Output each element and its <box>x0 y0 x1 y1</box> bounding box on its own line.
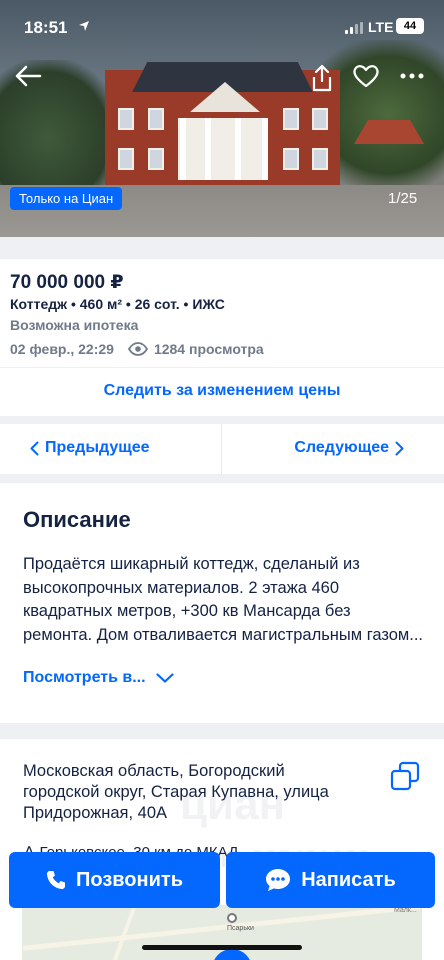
previous-listing-button[interactable]: Предыдущее <box>30 439 150 457</box>
copy-address-button[interactable] <box>390 761 420 796</box>
mortgage-note: Возможна ипотека <box>10 317 139 333</box>
listing-params: Коттедж • 460 м² • 26 сот. • ИЖС <box>10 296 225 312</box>
publish-date: 02 февр., 22:29 <box>10 341 114 357</box>
views-count: 1284 просмотра <box>153 341 264 357</box>
status-bar: 18:51 LTE 44 <box>0 0 444 56</box>
previous-label: Предыдущее <box>45 439 150 456</box>
next-label: Следующее <box>294 439 389 456</box>
photo-window <box>118 148 134 170</box>
more-dots-icon <box>400 73 424 79</box>
write-message-button[interactable]: Написать <box>226 852 435 908</box>
chevron-down-icon <box>155 673 174 683</box>
share-icon <box>312 64 332 92</box>
call-label: Позвонить <box>76 868 183 891</box>
next-listing-button[interactable]: Следующее <box>294 439 404 457</box>
photo-gallery[interactable]: 18:51 LTE 44 Только на Циан 1/25 <box>0 0 444 237</box>
show-more-button[interactable]: Посмотреть в... <box>23 669 174 687</box>
status-time: 18:51 <box>24 18 68 37</box>
photo-window <box>283 148 299 170</box>
price: 70 000 000 ₽ <box>10 272 124 293</box>
photo-column <box>262 118 268 180</box>
chevron-left-icon <box>30 441 39 455</box>
photo-porch <box>178 118 268 180</box>
photo-window <box>312 108 328 130</box>
listing-meta: 02 февр., 22:29 1284 просмотра <box>10 341 264 357</box>
description-text: Продаётся шикарный коттедж, сделаный из … <box>23 555 424 644</box>
exclusive-badge: Только на Циан <box>10 187 123 210</box>
back-button[interactable] <box>8 56 48 96</box>
follow-price-button[interactable]: Следить за изменением цены <box>0 368 444 416</box>
phone-icon <box>47 871 65 889</box>
map-label-secondary: Малк... <box>394 907 417 914</box>
write-label: Написать <box>301 868 396 891</box>
map-road <box>111 906 137 960</box>
listing-navigation: Предыдущее Следующее <box>0 424 444 474</box>
signal-icon <box>345 22 363 34</box>
photo-column <box>205 118 211 180</box>
show-more-label: Посмотреть в... <box>23 669 146 686</box>
heart-icon <box>353 65 379 88</box>
chat-bubble-icon <box>266 869 291 891</box>
chevron-right-icon <box>395 441 404 455</box>
photo-column <box>180 118 186 180</box>
photo-window <box>118 108 134 130</box>
map-label: Псарьки <box>227 925 254 932</box>
more-button[interactable] <box>392 56 432 96</box>
cian-watermark: циан <box>180 780 286 829</box>
map-preview[interactable]: Псарьки Малк... <box>22 905 422 960</box>
description-section: Описание Продаётся шикарный коттедж, сде… <box>0 483 444 723</box>
battery-icon: 44 <box>396 18 424 34</box>
arrow-left-icon <box>15 65 42 87</box>
copy-icon <box>390 761 420 791</box>
eye-icon <box>127 342 148 356</box>
listing-summary: 70 000 000 ₽ Коттедж • 460 м² • 26 сот. … <box>0 259 444 367</box>
map-road <box>22 905 422 951</box>
photo-window <box>148 108 164 130</box>
share-button[interactable] <box>302 58 342 98</box>
map-place-icon <box>227 913 237 923</box>
map-marker <box>212 949 252 960</box>
description-title: Описание <box>23 507 131 532</box>
nav-divider <box>221 424 222 474</box>
call-button[interactable]: Позвонить <box>9 852 220 908</box>
photo-column <box>235 118 241 180</box>
location-arrow-icon <box>78 19 90 35</box>
photo-counter: 1/25 <box>388 190 418 207</box>
home-indicator[interactable] <box>142 945 302 950</box>
favorite-button[interactable] <box>346 56 386 96</box>
photo-window <box>312 148 328 170</box>
follow-price-label: Следить за изменением цены <box>103 382 341 399</box>
photo-window <box>283 108 299 130</box>
network-type: LTE <box>368 19 394 35</box>
photo-window <box>148 148 164 170</box>
